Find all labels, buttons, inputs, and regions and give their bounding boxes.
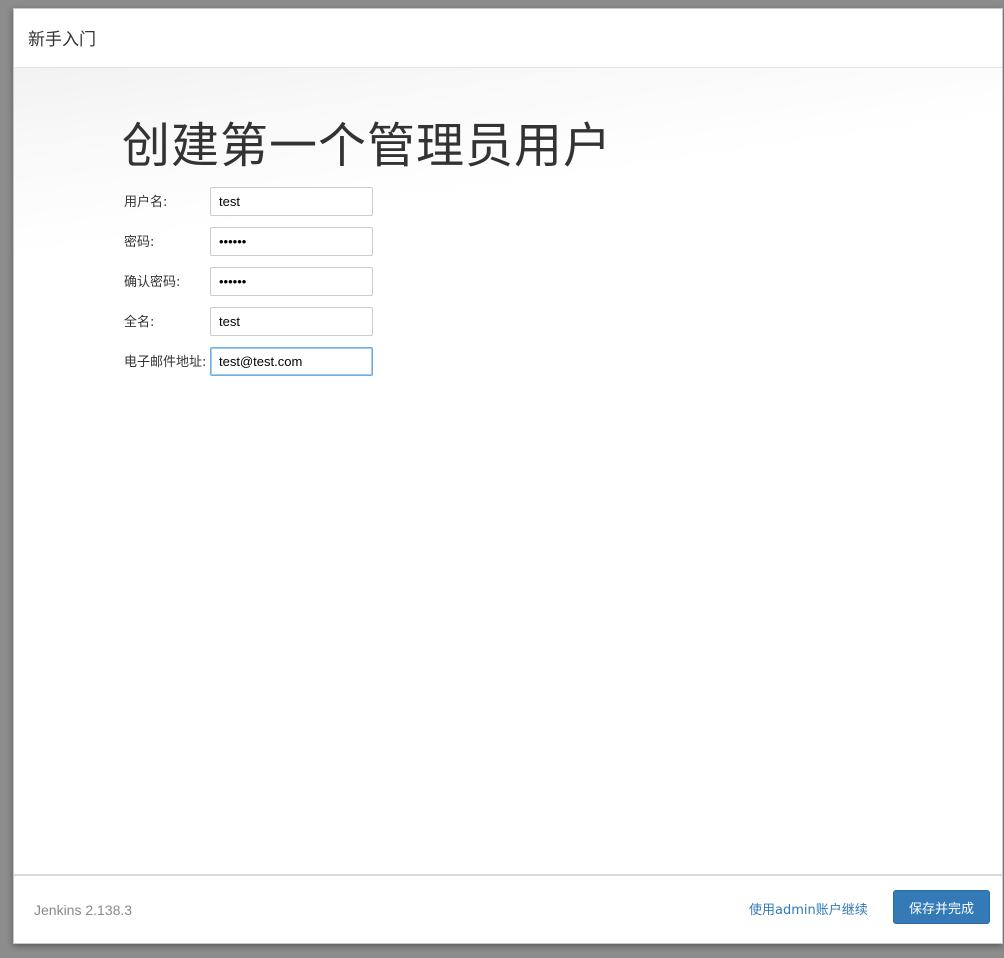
save-and-finish-button[interactable]: 保存并完成 xyxy=(893,890,990,924)
confirm-password-input[interactable] xyxy=(210,267,373,296)
fullname-label: 全名: xyxy=(124,315,155,330)
setup-wizard-dialog: 新手入门 创建第一个管理员用户 用户名: 密码: 确认密码: 全名: 电子邮件地… xyxy=(13,8,1003,944)
page-title: 创建第一个管理员用户 xyxy=(122,118,613,174)
email-input[interactable] xyxy=(210,347,373,376)
dialog-footer: Jenkins 2.138.3 使用admin账户继续 保存并完成 xyxy=(14,874,1002,943)
password-input[interactable] xyxy=(210,227,373,256)
password-label: 密码: xyxy=(124,235,155,250)
continue-as-admin-link[interactable]: 使用admin账户继续 xyxy=(749,899,868,918)
fullname-input[interactable] xyxy=(210,307,373,336)
version-label: Jenkins 2.138.3 xyxy=(34,902,133,918)
username-input[interactable] xyxy=(210,187,373,216)
dialog-title: 新手入门 xyxy=(28,30,96,50)
dialog-body: 创建第一个管理员用户 用户名: 密码: 确认密码: 全名: 电子邮件地址: xyxy=(14,68,1002,876)
confirm-password-label: 确认密码: xyxy=(124,275,181,290)
username-label: 用户名: xyxy=(124,195,168,210)
email-label: 电子邮件地址: xyxy=(124,355,207,370)
dialog-header: 新手入门 xyxy=(14,9,1002,68)
